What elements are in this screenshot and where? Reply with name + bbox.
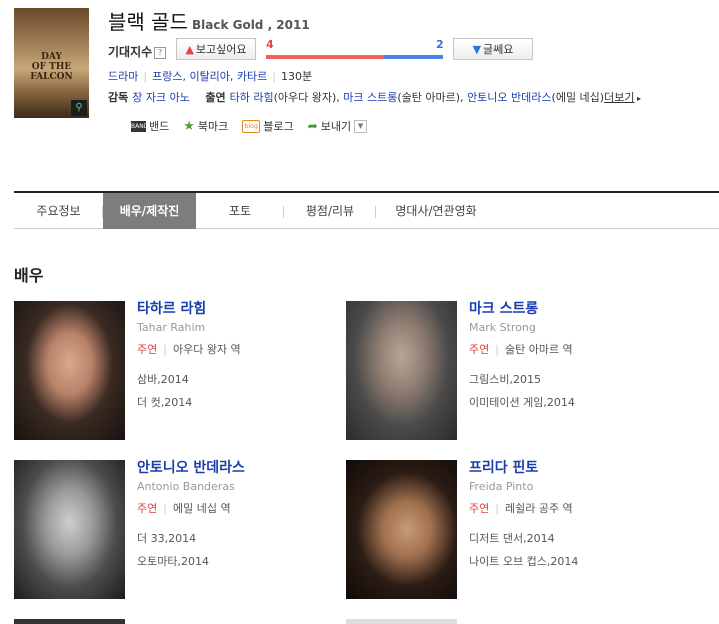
actor-role: 주연 | 에밀 네십 역 bbox=[137, 502, 231, 515]
tab-quotes-related[interactable]: 명대사/연관영화 bbox=[376, 193, 496, 229]
thumbs-up-icon: ▲ bbox=[185, 43, 194, 56]
actor-film[interactable]: 삼바,2014 bbox=[137, 371, 189, 387]
tab-photo[interactable]: 포토 bbox=[196, 193, 284, 229]
blog-icon: blog bbox=[242, 119, 261, 133]
bookmark-star-icon: ★ bbox=[183, 118, 195, 134]
share-bar: BAND 밴드 ★ 북마크 blog 블로그 ➦ 보내기 ▼ bbox=[131, 118, 381, 134]
actor-photo[interactable] bbox=[346, 619, 457, 624]
actor-photo[interactable] bbox=[346, 460, 457, 599]
actor-role: 주연 | 레쉴라 공주 역 bbox=[469, 502, 573, 515]
director-label: 감독 bbox=[108, 91, 129, 104]
actor-name[interactable]: 타하르 라힘 bbox=[137, 298, 206, 318]
not-sure-button[interactable]: ▼ 글쎄요 bbox=[453, 38, 533, 60]
want-to-see-button[interactable]: ▲ 보고싶어요 bbox=[176, 38, 256, 60]
like-ratio-bar bbox=[266, 55, 384, 59]
cast-link[interactable]: 안토니오 반데라스 bbox=[467, 91, 551, 104]
actor-film[interactable]: 더 33,2014 bbox=[137, 530, 196, 546]
actor-film[interactable]: 그림스비,2015 bbox=[469, 371, 541, 387]
bookmark-button[interactable]: ★ 북마크 bbox=[183, 118, 228, 134]
tab-cast-crew[interactable]: 배우/제작진 bbox=[103, 193, 196, 229]
blog-share[interactable]: blog 블로그 bbox=[242, 118, 294, 134]
genre-link[interactable]: 드라마 bbox=[108, 70, 138, 83]
actor-name[interactable]: 마크 스트롱 bbox=[469, 298, 538, 318]
tab-reviews[interactable]: 평점/리뷰 bbox=[284, 193, 376, 229]
director-link[interactable]: 장 자크 아노 bbox=[132, 91, 190, 104]
send-icon: ➦ bbox=[307, 119, 318, 133]
country-link[interactable]: 프랑스, 이탈리아, 카타르 bbox=[152, 70, 267, 83]
actor-name[interactable]: 안토니오 반데라스 bbox=[137, 457, 245, 477]
actor-role: 주연 | 술탄 아마르 역 bbox=[469, 343, 573, 356]
actor-name-en: Freida Pinto bbox=[469, 480, 534, 493]
actor-film[interactable]: 더 컷,2014 bbox=[137, 394, 192, 410]
actor-photo[interactable] bbox=[14, 301, 125, 440]
tab-bar: 주요정보 배우/제작진 포토 평점/리뷰 명대사/연관영화 bbox=[14, 191, 719, 229]
actor-film[interactable]: 오토마타,2014 bbox=[137, 553, 209, 569]
more-link[interactable]: 더보기 bbox=[604, 91, 634, 104]
band-icon: BAND bbox=[131, 120, 149, 132]
movie-title: 블랙 골드 Black Gold , 2011 bbox=[108, 10, 310, 34]
movie-meta: 드라마 | 프랑스, 이탈리아, 카타르 | 130분 bbox=[108, 70, 313, 83]
credits-line: 감독 장 자크 아노 출연 타하 라힘(아우다 왕자), 마크 스트롱(술탄 아마르… bbox=[108, 91, 642, 104]
actor-name[interactable]: 프리다 핀토 bbox=[469, 457, 538, 477]
cast-label: 출연 bbox=[205, 91, 226, 104]
cast-link[interactable]: 타하 라힘 bbox=[230, 91, 274, 104]
actor-name-en: Antonio Banderas bbox=[137, 480, 235, 493]
band-share[interactable]: BAND 밴드 bbox=[131, 118, 169, 134]
actor-film[interactable]: 이미테이션 게임,2014 bbox=[469, 394, 575, 410]
actor-name-en: Mark Strong bbox=[469, 321, 536, 334]
runtime: 130분 bbox=[281, 70, 313, 83]
actor-photo[interactable] bbox=[346, 301, 457, 440]
cast-link[interactable]: 마크 스트롱 bbox=[343, 91, 397, 104]
actor-film[interactable]: 나이트 오브 컵스,2014 bbox=[469, 553, 578, 569]
actor-film[interactable]: 디저트 댄서,2014 bbox=[469, 530, 555, 546]
actor-photo[interactable] bbox=[14, 619, 125, 624]
actor-name-en: Tahar Rahim bbox=[137, 321, 206, 334]
like-count: 4 bbox=[266, 38, 274, 51]
movie-poster[interactable]: DAY OF THE FALCON ⚲ bbox=[14, 8, 89, 118]
section-title: 배우 bbox=[14, 266, 44, 285]
help-icon[interactable]: ? bbox=[154, 46, 167, 59]
thumbs-down-icon: ▼ bbox=[472, 43, 482, 56]
chevron-down-icon[interactable]: ▼ bbox=[354, 119, 368, 133]
actor-photo[interactable] bbox=[14, 460, 125, 599]
actor-role: 주연 | 아우다 왕자 역 bbox=[137, 343, 241, 356]
poster-title: DAY OF THE FALCON bbox=[30, 52, 73, 82]
dislike-count: 2 bbox=[436, 38, 444, 51]
dislike-ratio-bar bbox=[384, 55, 443, 59]
send-button[interactable]: ➦ 보내기 ▼ bbox=[307, 118, 368, 134]
movie-title-en: Black Gold , 2011 bbox=[191, 18, 310, 32]
tab-main-info[interactable]: 주요정보 bbox=[14, 193, 103, 229]
zoom-icon[interactable]: ⚲ bbox=[71, 100, 87, 116]
expectation-label: 기대지수? bbox=[108, 43, 167, 60]
